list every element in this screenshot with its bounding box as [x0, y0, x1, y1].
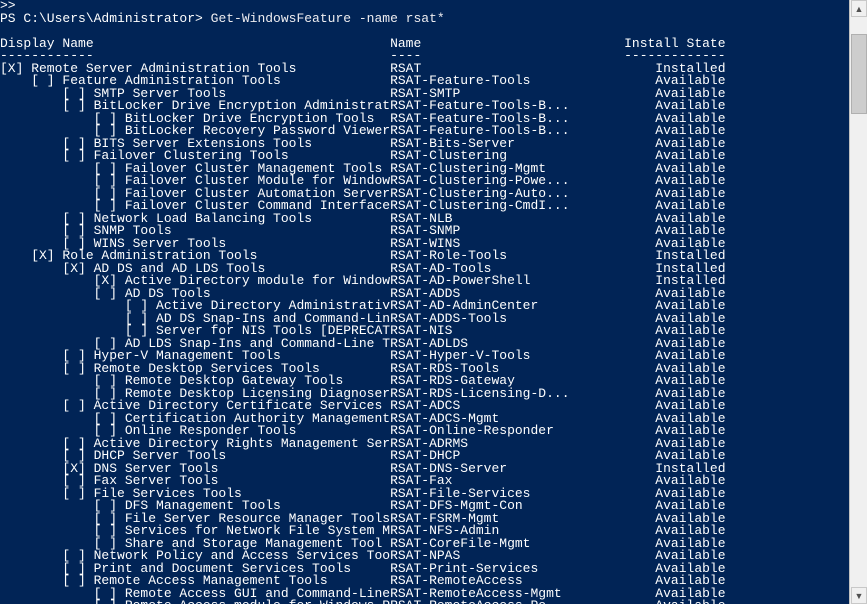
- vertical-scrollbar[interactable]: ▲ ▼: [849, 0, 867, 604]
- scrollbar-track[interactable]: [850, 17, 867, 587]
- scrollbar-thumb[interactable]: [851, 34, 867, 114]
- command-text: Get-WindowsFeature -name rsat*: [211, 11, 445, 26]
- scrollbar-down-button[interactable]: ▼: [851, 587, 867, 604]
- prompt: PS C:\Users\Administrator>: [0, 11, 211, 26]
- scrollbar-up-button[interactable]: ▲: [851, 0, 867, 17]
- feature-row: [ ] Remote Access module for Windows PRS…: [0, 600, 849, 604]
- powershell-console[interactable]: >>PS C:\Users\Administrator> Get-Windows…: [0, 0, 849, 604]
